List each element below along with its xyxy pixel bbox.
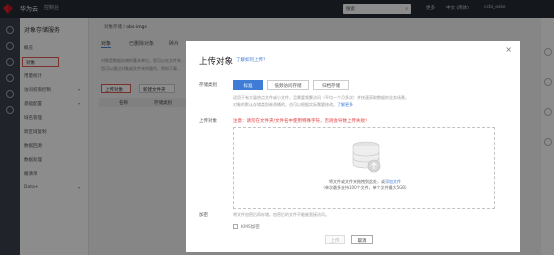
learn-more-link[interactable]: 了解更多 xyxy=(337,102,353,107)
encryption-label: 加密 xyxy=(199,213,208,218)
upload-button[interactable]: 上传 xyxy=(325,235,345,244)
kms-encryption-checkbox[interactable] xyxy=(233,224,238,229)
close-icon[interactable]: × xyxy=(505,45,512,54)
encryption-hint: 将文件加密后再存储，加密后的文件不能被直接访问。 xyxy=(233,212,329,217)
storage-class-label: 存储类别 xyxy=(199,83,217,88)
kms-encryption-label: KMS加密 xyxy=(241,225,260,230)
storage-class-hint: 适用于有大量热点文件或小文件，且需要频繁访问（平均一个月多次）并快速获取数据的业… xyxy=(233,95,409,100)
file-drop-zone[interactable]: 将文件或文件夹拖拽到此处，或添加文件 （单次最多支持100个文件，单个文件最大5… xyxy=(233,127,495,209)
storage-cloud-icon xyxy=(352,141,381,173)
upload-label: 上传对象 xyxy=(199,119,217,124)
storage-class-infrequent[interactable]: 低频访问存储 xyxy=(267,80,309,90)
storage-class-standard[interactable]: 标准 xyxy=(233,80,263,90)
upload-warning: 注意：请勿在文件夹/文件名中使用特殊字符，否则会导致上传失败！ xyxy=(233,119,370,124)
upload-object-dialog: 上传对象 了解如何上传？ × 存储类别 标准 低频访问存储 归档存储 适用于有大… xyxy=(186,41,520,252)
drop-zone-label: 将文件或文件夹拖拽到此处，或 xyxy=(329,179,385,184)
upload-help-link[interactable]: 了解如何上传？ xyxy=(236,57,268,63)
cancel-button[interactable]: 取消 xyxy=(351,235,373,244)
dialog-title: 上传对象 xyxy=(199,57,234,67)
drop-zone-limit: （单次最多支持100个文件，单个文件最大5GB） xyxy=(320,185,410,190)
add-file-link[interactable]: 添加文件 xyxy=(385,179,401,184)
storage-class-hint-text: 对象的默认存储类别继承桶的，也可以根据实际需要修改。 xyxy=(233,102,337,107)
storage-class-archive[interactable]: 归档存储 xyxy=(313,80,349,90)
storage-class-hint-2: 对象的默认存储类别继承桶的，也可以根据实际需要修改。了解更多 xyxy=(233,102,353,108)
